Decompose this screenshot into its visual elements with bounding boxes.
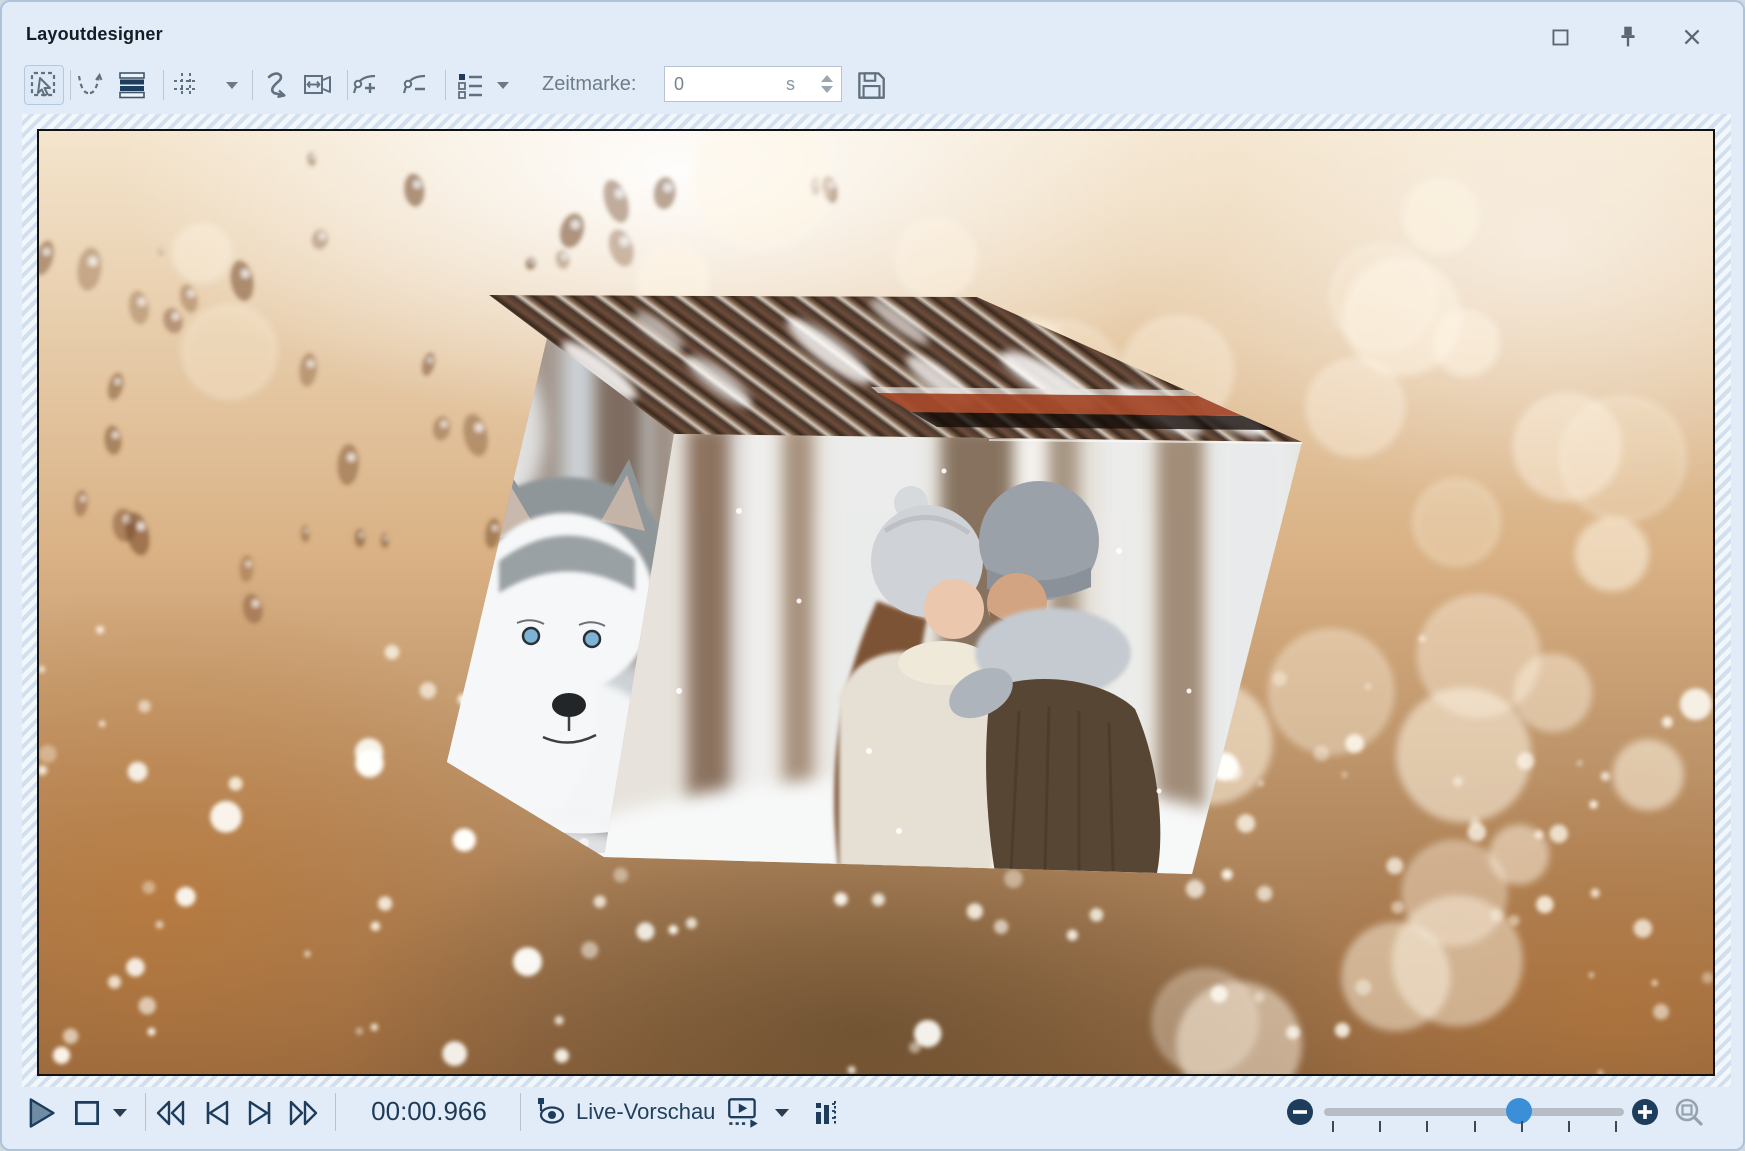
transport-bar: 00:00.966 Live-Vorschau xyxy=(2,1087,1745,1149)
live-preview-toggle[interactable]: Live-Vorschau xyxy=(532,1091,715,1133)
zeitmarke-value: 0 xyxy=(665,74,841,95)
zoom-tick xyxy=(1379,1121,1381,1132)
stop-button[interactable] xyxy=(68,1094,106,1132)
fast-forward-button[interactable] xyxy=(284,1094,322,1132)
grid-icon xyxy=(169,68,203,102)
spinner-up-icon[interactable] xyxy=(821,75,833,82)
grid-button[interactable] xyxy=(167,66,205,104)
zoom-tick xyxy=(1332,1121,1334,1132)
skip-to-start-button[interactable] xyxy=(198,1094,236,1132)
zoom-in-button[interactable] xyxy=(1628,1095,1662,1129)
motion-path-button[interactable] xyxy=(258,66,296,104)
window-title-text: Layoutdesigner xyxy=(26,24,163,44)
stop-options-button[interactable] xyxy=(106,1097,134,1127)
skip-to-start-icon xyxy=(199,1095,235,1131)
canvas-art xyxy=(39,131,1713,1074)
selection-tool-button[interactable] xyxy=(25,66,63,104)
edit-path-icon xyxy=(72,68,106,102)
pin-button[interactable] xyxy=(1610,20,1646,54)
motion-path-icon xyxy=(260,68,294,102)
object-list-button[interactable] xyxy=(451,66,489,104)
zoom-fit-icon xyxy=(1671,1095,1707,1131)
fast-rewind-icon xyxy=(153,1095,189,1131)
performance-bars-icon xyxy=(809,1095,845,1131)
camera-view-icon xyxy=(301,68,335,102)
dropdown-caret-icon xyxy=(495,79,511,91)
camera-view-button[interactable] xyxy=(299,66,337,104)
list-dropdown-button[interactable] xyxy=(489,70,517,100)
toolbar-separator xyxy=(445,70,446,100)
transport-separator xyxy=(335,1093,336,1131)
zeitmarke-label: Zeitmarke: xyxy=(542,73,636,96)
object-list-icon xyxy=(453,68,487,102)
toolbar-separator xyxy=(163,70,164,100)
dropdown-caret-icon xyxy=(111,1106,129,1119)
zoom-tick xyxy=(1521,1121,1523,1132)
zoom-tick xyxy=(1474,1121,1476,1132)
grid-dropdown-button[interactable] xyxy=(218,70,246,100)
keyframe-add-button[interactable] xyxy=(346,66,384,104)
zoom-slider-ticks xyxy=(1324,1121,1624,1135)
zoom-slider-track[interactable] xyxy=(1324,1108,1624,1116)
preview-window-icon xyxy=(724,1094,762,1132)
keyframe-remove-icon xyxy=(398,68,432,102)
selection-tool-icon xyxy=(27,68,61,102)
transport-separator xyxy=(145,1093,146,1131)
zoom-in-icon xyxy=(1629,1096,1661,1128)
maximize-icon xyxy=(1545,22,1575,52)
stop-icon xyxy=(70,1096,104,1130)
performance-button[interactable] xyxy=(808,1094,846,1132)
layoutdesigner-window: Layoutdesigner xyxy=(0,0,1745,1151)
transport-separator xyxy=(520,1093,521,1131)
live-preview-eye-icon xyxy=(532,1094,568,1130)
zoom-fit-button[interactable] xyxy=(1670,1094,1708,1132)
zoom-out-button[interactable] xyxy=(1283,1095,1317,1129)
fast-rewind-button[interactable] xyxy=(152,1094,190,1132)
preview-window-button[interactable] xyxy=(724,1094,762,1132)
layers-button[interactable] xyxy=(113,66,151,104)
zeitmarke-unit: s xyxy=(786,74,795,95)
layers-icon xyxy=(115,68,149,102)
maximize-button[interactable] xyxy=(1542,20,1578,54)
play-icon xyxy=(23,1095,59,1131)
save-icon xyxy=(853,67,889,103)
zoom-tick xyxy=(1568,1121,1570,1132)
preview-options-button[interactable] xyxy=(768,1097,796,1127)
zoom-tick xyxy=(1426,1121,1428,1132)
layout-canvas[interactable] xyxy=(37,129,1715,1076)
skip-to-end-button[interactable] xyxy=(241,1094,279,1132)
fast-forward-icon xyxy=(285,1095,321,1131)
zoom-tick xyxy=(1615,1121,1617,1132)
dropdown-caret-icon xyxy=(224,79,240,91)
dropdown-caret-icon xyxy=(773,1106,791,1119)
close-button[interactable] xyxy=(1674,20,1710,54)
pin-icon xyxy=(1613,22,1643,52)
skip-to-end-icon xyxy=(242,1095,278,1131)
save-button[interactable] xyxy=(852,66,890,104)
window-title: Layoutdesigner xyxy=(26,24,163,45)
zoom-out-icon xyxy=(1284,1096,1316,1128)
time-display: 00:00.966 xyxy=(349,1096,509,1127)
spinner-down-icon[interactable] xyxy=(821,86,833,93)
zeitmarke-input[interactable]: 0 s xyxy=(664,66,842,102)
keyframe-remove-button[interactable] xyxy=(396,66,434,104)
keyframe-add-icon xyxy=(348,68,382,102)
zeitmarke-spinner[interactable] xyxy=(817,69,837,99)
toolbar-separator xyxy=(252,70,253,100)
edit-path-button[interactable] xyxy=(70,66,108,104)
play-button[interactable] xyxy=(22,1094,60,1132)
close-icon xyxy=(1677,22,1707,52)
live-preview-label: Live-Vorschau xyxy=(576,1099,715,1125)
